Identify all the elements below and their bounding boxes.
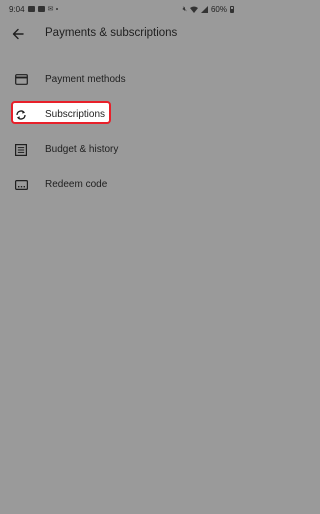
status-bar-right: 🔇︎ 60% — [183, 5, 234, 14]
arrow-left-icon — [12, 28, 24, 40]
redeem-code-icon — [14, 178, 28, 192]
menu-item-payment-methods[interactable]: Payment methods — [0, 62, 240, 97]
menu-list: Payment methods Subscriptions Budget & h… — [0, 62, 240, 202]
contact-card-icon — [37, 6, 45, 12]
signal-icon — [200, 5, 208, 13]
status-bar-left: 9:04 ✉ — [9, 4, 59, 14]
menu-item-label: Subscriptions — [45, 109, 106, 120]
status-bar: 9:04 ✉ 🔇︎ 60% — [0, 0, 240, 18]
battery-icon — [230, 5, 234, 13]
credit-card-icon — [14, 73, 28, 87]
page-title: Payments & subscriptions — [45, 27, 178, 39]
photo-icon — [27, 6, 35, 12]
app-bar: Payments & subscriptions — [0, 22, 240, 46]
wifi-icon — [189, 6, 198, 13]
menu-item-label: Redeem code — [45, 179, 108, 190]
menu-item-label: Payment methods — [45, 74, 126, 85]
menu-item-redeem-code[interactable]: Redeem code — [0, 167, 240, 202]
back-button[interactable] — [10, 26, 26, 42]
status-time: 9:04 — [9, 4, 25, 14]
list-icon — [14, 143, 28, 157]
mute-icon: 🔇︎ — [182, 5, 187, 13]
notification-dot-icon — [56, 8, 59, 10]
gmail-icon: ✉ — [47, 5, 54, 13]
battery-level-fill — [231, 8, 233, 12]
battery-percentage: 60% — [210, 4, 227, 14]
sync-icon — [14, 108, 28, 122]
menu-item-label: Budget & history — [45, 144, 119, 155]
menu-item-budget-history[interactable]: Budget & history — [0, 132, 240, 167]
menu-item-subscriptions[interactable]: Subscriptions — [0, 97, 240, 132]
